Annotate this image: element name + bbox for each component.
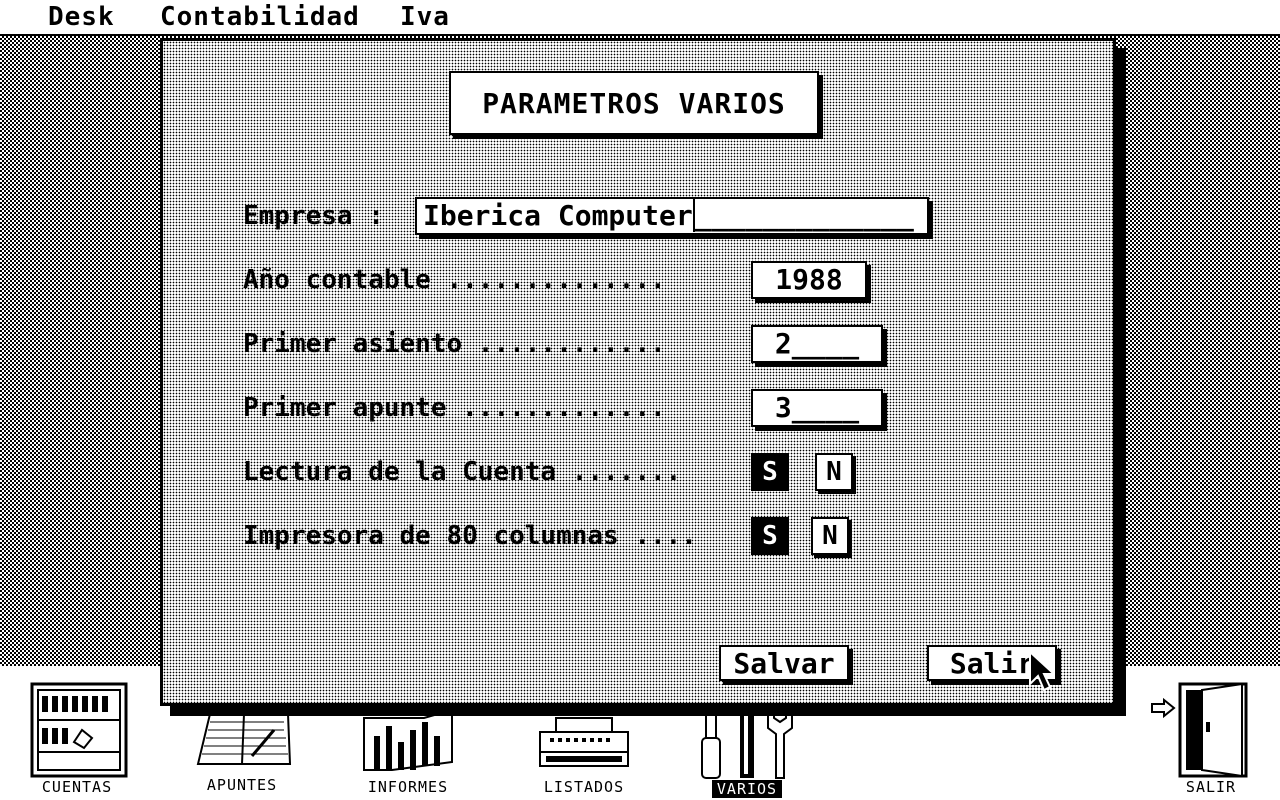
primer-apunte-label: Primer apunte ............. (243, 393, 666, 423)
empresa-mask: _____________ (694, 199, 914, 232)
lectura-no-toggle[interactable]: N (815, 453, 853, 491)
impresora-yes-toggle[interactable]: S (751, 517, 789, 555)
empresa-value: Iberica Computer (423, 199, 693, 232)
dialog-title: PARAMETROS VARIOS (449, 71, 819, 135)
dock-label-salir: SALIR (1185, 778, 1237, 796)
lectura-yes-toggle[interactable]: S (751, 453, 789, 491)
listados-printer-icon[interactable] (536, 716, 632, 772)
ano-contable-input[interactable]: 1988 (751, 261, 867, 299)
dock-label-listados: LISTADOS (543, 778, 625, 796)
salvar-button[interactable]: Salvar (719, 645, 849, 681)
salir-door-icon[interactable] (1150, 680, 1250, 780)
dock-label-varios: VARIOS (712, 780, 782, 798)
menu-desk[interactable]: Desk (48, 2, 115, 32)
dock-label-informes: INFORMES (367, 778, 449, 796)
menu-bar: Desk Contabilidad Iva (0, 0, 1280, 36)
parametros-dialog: PARAMETROS VARIOS Empresa : Iberica Comp… (160, 38, 1116, 706)
menu-iva[interactable]: Iva (400, 2, 450, 32)
lectura-cuenta-label: Lectura de la Cuenta ....... (243, 457, 682, 487)
menu-contabilidad[interactable]: Contabilidad (160, 2, 360, 32)
primer-apunte-input[interactable]: 3____ (751, 389, 883, 427)
apuntes-notebook-icon[interactable] (196, 710, 292, 770)
impresora-80-label: Impresora de 80 columnas .... (243, 521, 697, 551)
dock-label-apuntes: APUNTES (206, 776, 278, 794)
ano-contable-label: Año contable .............. (243, 265, 666, 295)
dock-label-cuentas: CUENTAS (41, 778, 113, 796)
mouse-pointer-icon (1029, 650, 1054, 692)
empresa-input[interactable]: Iberica Computer_____________ (415, 197, 929, 235)
primer-asiento-label: Primer asiento ............ (243, 329, 666, 359)
primer-asiento-input[interactable]: 2____ (751, 325, 883, 363)
empresa-label: Empresa : (243, 201, 384, 231)
cuentas-cabinet-icon[interactable] (30, 682, 128, 778)
varios-tools-icon[interactable] (700, 706, 800, 780)
impresora-no-toggle[interactable]: N (811, 517, 849, 555)
informes-report-icon[interactable] (360, 708, 456, 774)
